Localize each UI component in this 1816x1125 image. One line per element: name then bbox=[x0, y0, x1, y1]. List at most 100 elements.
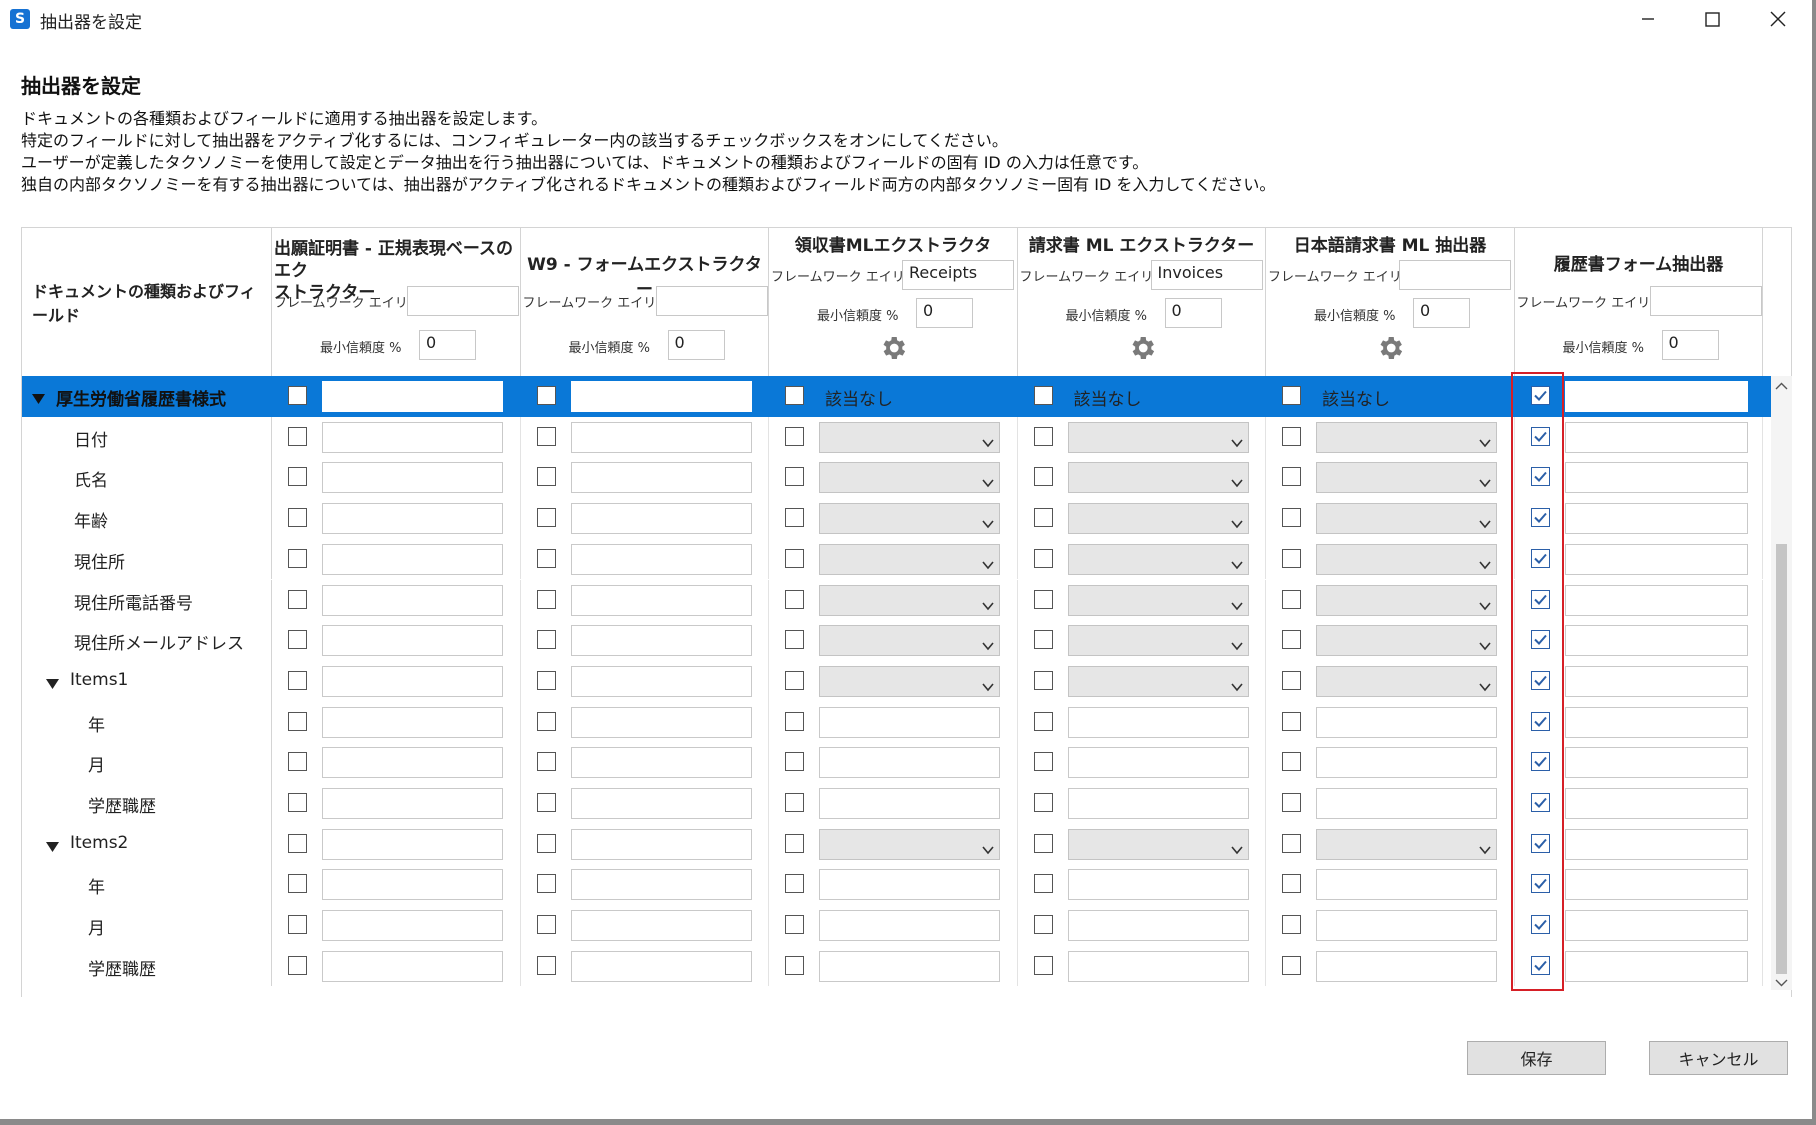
extractor-checkbox[interactable] bbox=[288, 833, 307, 853]
extractor-checkbox[interactable] bbox=[1033, 833, 1053, 853]
id-combobox[interactable] bbox=[819, 503, 1000, 535]
chevron-down-icon[interactable] bbox=[982, 473, 994, 492]
extractor-checkbox[interactable] bbox=[785, 386, 804, 405]
id-input[interactable] bbox=[322, 665, 503, 697]
framework-alias-input[interactable] bbox=[1399, 260, 1511, 290]
extractor-checkbox[interactable] bbox=[785, 426, 804, 446]
extractor-checkbox[interactable] bbox=[785, 793, 804, 812]
id-input[interactable] bbox=[322, 584, 503, 616]
extractor-checkbox[interactable] bbox=[288, 386, 307, 405]
tree-cell[interactable]: 学歴職歴 bbox=[22, 945, 272, 987]
chevron-down-icon[interactable] bbox=[982, 596, 994, 615]
extractor-checkbox[interactable] bbox=[536, 833, 556, 853]
expander-down-icon[interactable] bbox=[46, 675, 59, 694]
id-input[interactable] bbox=[570, 788, 752, 819]
extractor-checkbox[interactable] bbox=[288, 752, 307, 772]
chevron-down-icon[interactable] bbox=[1230, 473, 1243, 492]
id-input[interactable] bbox=[322, 421, 503, 453]
framework-alias-input[interactable]: Invoices bbox=[1150, 260, 1263, 290]
id-combobox[interactable] bbox=[819, 665, 1000, 697]
chevron-down-icon[interactable] bbox=[1230, 433, 1243, 452]
framework-alias-input[interactable] bbox=[655, 286, 768, 316]
extractor-checkbox[interactable] bbox=[1282, 793, 1301, 812]
scroll-up-icon[interactable] bbox=[1775, 378, 1788, 397]
extractor-checkbox[interactable] bbox=[288, 467, 307, 487]
vertical-scrollbar[interactable] bbox=[1771, 376, 1792, 990]
extractor-checkbox[interactable] bbox=[536, 426, 556, 446]
id-input[interactable] bbox=[1316, 950, 1497, 982]
extractor-checkbox[interactable] bbox=[785, 711, 804, 731]
minimize-icon[interactable] bbox=[1622, 6, 1674, 32]
id-combobox[interactable] bbox=[819, 421, 1000, 453]
id-input[interactable] bbox=[570, 869, 752, 901]
id-combobox[interactable] bbox=[1067, 828, 1249, 860]
id-input[interactable] bbox=[1564, 421, 1748, 453]
tree-cell[interactable]: 現住所電話番号 bbox=[22, 579, 272, 621]
tree-cell[interactable]: 厚生労働省履歴書様式 bbox=[22, 376, 272, 417]
id-input[interactable] bbox=[1564, 828, 1748, 860]
extractor-checkbox[interactable] bbox=[288, 915, 307, 935]
gear-icon[interactable] bbox=[878, 333, 908, 363]
chevron-down-icon[interactable] bbox=[1479, 555, 1491, 574]
save-button[interactable]: 保存 bbox=[1467, 1041, 1606, 1075]
extractor-checkbox[interactable] bbox=[536, 467, 556, 487]
id-input[interactable] bbox=[819, 706, 1000, 738]
tree-cell[interactable]: 現住所メールアドレス bbox=[22, 620, 272, 661]
extractor-checkbox[interactable] bbox=[536, 793, 556, 812]
chevron-down-icon[interactable] bbox=[1230, 555, 1243, 574]
extractor-checkbox[interactable] bbox=[1282, 711, 1301, 731]
extractor-checkbox[interactable] bbox=[288, 955, 307, 975]
scroll-down-icon[interactable] bbox=[1775, 974, 1788, 993]
gear-icon[interactable] bbox=[1127, 333, 1157, 363]
id-input[interactable] bbox=[1564, 950, 1748, 982]
extractor-checkbox[interactable] bbox=[1033, 752, 1053, 772]
extractor-checkbox[interactable] bbox=[536, 670, 556, 690]
tree-cell[interactable]: 年 bbox=[22, 864, 272, 906]
id-input[interactable] bbox=[1564, 747, 1748, 779]
id-input[interactable] bbox=[322, 381, 503, 412]
chevron-down-icon[interactable] bbox=[982, 840, 994, 859]
min-confidence-input[interactable]: 0 bbox=[1661, 330, 1719, 360]
id-input[interactable] bbox=[322, 625, 503, 657]
extractor-checkbox[interactable] bbox=[785, 467, 804, 487]
extractor-checkbox[interactable] bbox=[1282, 508, 1301, 528]
tree-cell[interactable]: 年齢 bbox=[22, 498, 272, 539]
id-combobox[interactable] bbox=[1316, 503, 1497, 535]
id-combobox[interactable] bbox=[819, 584, 1000, 616]
extractor-checkbox[interactable] bbox=[536, 386, 556, 405]
extractor-checkbox[interactable] bbox=[785, 874, 804, 894]
id-combobox[interactable] bbox=[1316, 665, 1497, 697]
id-input[interactable] bbox=[570, 584, 752, 616]
id-input[interactable] bbox=[1067, 788, 1249, 819]
id-input[interactable] bbox=[570, 910, 752, 942]
extractor-checkbox[interactable] bbox=[1282, 874, 1301, 894]
id-combobox[interactable] bbox=[1316, 543, 1497, 575]
id-input[interactable] bbox=[1316, 869, 1497, 901]
id-input[interactable] bbox=[1564, 706, 1748, 738]
chevron-down-icon[interactable] bbox=[982, 514, 994, 533]
id-combobox[interactable] bbox=[819, 462, 1000, 494]
extractor-checkbox[interactable] bbox=[1033, 711, 1053, 731]
id-input[interactable] bbox=[819, 869, 1000, 901]
chevron-down-icon[interactable] bbox=[1230, 636, 1243, 655]
close-icon[interactable] bbox=[1752, 6, 1804, 32]
extractor-checkbox[interactable] bbox=[288, 548, 307, 568]
id-combobox[interactable] bbox=[1067, 503, 1249, 535]
id-input[interactable] bbox=[1564, 788, 1748, 819]
extractor-checkbox[interactable] bbox=[536, 630, 556, 650]
extractor-checkbox[interactable] bbox=[1282, 426, 1301, 446]
scrollbar-thumb[interactable] bbox=[1776, 544, 1787, 974]
chevron-down-icon[interactable] bbox=[1230, 596, 1243, 615]
id-input[interactable] bbox=[322, 910, 503, 942]
id-combobox[interactable] bbox=[1067, 665, 1249, 697]
id-input[interactable] bbox=[570, 625, 752, 657]
chevron-down-icon[interactable] bbox=[982, 677, 994, 696]
extractor-checkbox[interactable] bbox=[785, 833, 804, 853]
id-combobox[interactable] bbox=[1067, 462, 1249, 494]
extractor-checkbox[interactable] bbox=[785, 589, 804, 609]
extractor-checkbox[interactable] bbox=[1033, 589, 1053, 609]
extractor-checkbox[interactable] bbox=[1033, 793, 1053, 812]
id-combobox[interactable] bbox=[1316, 462, 1497, 494]
extractor-checkbox[interactable] bbox=[1033, 508, 1053, 528]
tree-cell[interactable]: 月 bbox=[22, 905, 272, 946]
